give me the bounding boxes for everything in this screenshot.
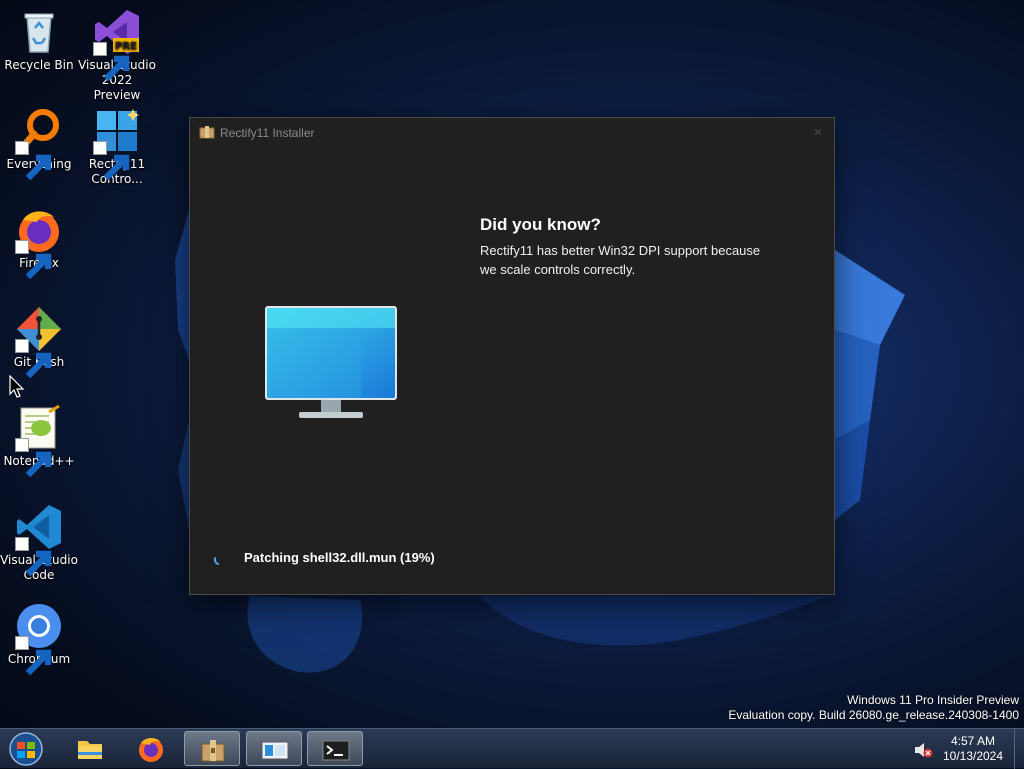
terminal-icon [322, 740, 350, 761]
taskbar-rectify11-control-panel[interactable] [246, 731, 302, 766]
desktop-icon-chromium[interactable]: Chromium [0, 602, 78, 676]
shortcut-arrow-icon [15, 636, 52, 676]
start-orb-button[interactable] [6, 731, 46, 767]
recycle-bin-icon [24, 13, 54, 53]
tip-heading: Did you know? [480, 215, 601, 234]
desktop-icon-label: Recycle Bin [4, 58, 74, 72]
desktop-icon-recycle-bin[interactable]: Recycle Bin [0, 8, 78, 73]
taskbar-clock[interactable]: 4:57 AM 10/13/2024 [940, 734, 1006, 764]
taskbar-firefox[interactable] [123, 731, 179, 766]
close-button[interactable]: ✕ [808, 123, 828, 143]
shortcut-arrow-icon [93, 141, 130, 181]
desktop-icon-notepad-plus-plus[interactable]: Notepad++ [0, 404, 78, 478]
monitor-illustration-icon [265, 306, 397, 418]
shortcut-arrow-icon [15, 141, 52, 181]
window-title: Rectify11 Installer [220, 126, 315, 140]
clock-date: 10/13/2024 [942, 749, 1004, 763]
tip-body: Rectify11 has better Win32 DPI support b… [480, 243, 761, 277]
installer-package-icon [201, 740, 225, 762]
loading-spinner-icon [213, 557, 219, 565]
shortcut-arrow-icon [15, 339, 52, 379]
desktop-icon-everything[interactable]: Everything [0, 107, 78, 181]
desktop-icon-rectify11-control-panel[interactable]: Rectify11 Contro... [78, 107, 156, 187]
installer-titlebar[interactable]: Rectify11 Installer ✕ [190, 118, 834, 148]
shortcut-arrow-icon [15, 240, 52, 280]
taskbar-file-explorer[interactable] [62, 731, 118, 766]
desktop-icon-git-bash[interactable]: Git Bash [0, 305, 78, 379]
installer-window: Rectify11 Installer ✕ Did you know? Rect… [189, 117, 835, 595]
desktop-icon-vscode[interactable]: Visual Studio Code [0, 503, 78, 583]
installer-package-icon [199, 126, 215, 139]
desktop-icon-visual-studio-preview[interactable]: PRE Visual Studio 2022 Preview [78, 8, 156, 103]
clock-time: 4:57 AM [950, 734, 996, 748]
rectify11-control-panel-icon [261, 741, 289, 760]
watermark-edition: Windows 11 Pro Insider Preview [847, 693, 1019, 707]
folder-icon [78, 741, 102, 759]
volume-muted-icon[interactable] [913, 741, 933, 759]
shortcut-arrow-icon [15, 438, 52, 478]
shortcut-arrow-icon [93, 42, 130, 82]
shortcut-arrow-icon [15, 537, 52, 577]
taskbar: 4:57 AM 10/13/2024 [0, 728, 1024, 769]
firefox-icon [139, 737, 163, 762]
taskbar-terminal[interactable] [307, 731, 363, 766]
desktop-icon-firefox[interactable]: Firefox [0, 206, 78, 280]
mouse-cursor-icon [9, 375, 25, 398]
watermark-build: Evaluation copy. Build 26080.ge_release.… [728, 708, 1019, 722]
taskbar-rectify11-installer[interactable] [184, 731, 240, 766]
show-desktop-button[interactable] [1014, 729, 1024, 769]
windows-watermark: Windows 11 Pro Insider Preview Evaluatio… [728, 693, 1019, 723]
install-status: Patching shell32.dll.mun (19%) [244, 550, 435, 565]
